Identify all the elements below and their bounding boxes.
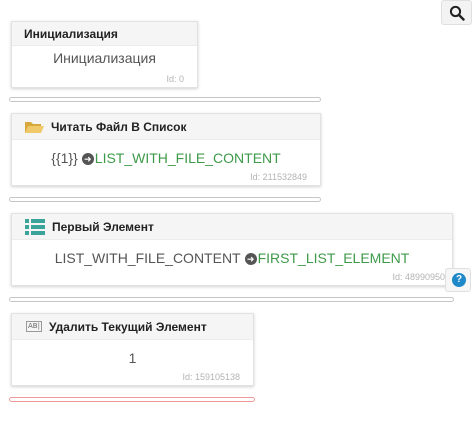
block-title: Инициализация [24, 26, 118, 41]
block-body: Инициализация [12, 50, 197, 66]
block-first-element[interactable]: Первый Элемент LIST_WITH_FILE_CONTENT ➜ FI… [11, 213, 453, 286]
arrow-right-icon: ➜ [81, 153, 94, 165]
block-input-value: {{1}} [51, 150, 78, 166]
connector-active[interactable] [9, 397, 255, 402]
block-id: Id: 211532849 [250, 172, 307, 182]
block-header: Читать Файл В Список [12, 114, 320, 140]
block-id: Id: 159105138 [182, 372, 240, 382]
block-title: Первый Элемент [52, 219, 154, 234]
help-button[interactable]: ? [445, 268, 471, 292]
search-button[interactable] [441, 0, 472, 25]
block-header: AB| Удалить Текущий Элемент [12, 314, 253, 340]
block-read-file-to-list[interactable]: Читать Файл В Список {{1}} ➜ LIST_WITH_FIL… [11, 113, 321, 186]
block-body-text: 1 [128, 350, 137, 366]
block-output-variable[interactable]: FIRST_LIST_ELEMENT [258, 250, 410, 266]
block-body: 1 [12, 350, 253, 366]
block-header: Первый Элемент [12, 214, 452, 240]
search-icon [449, 5, 465, 21]
block-header: Инициализация [12, 22, 197, 46]
arrow-right-icon: ➜ [244, 253, 257, 265]
block-input-value[interactable]: LIST_WITH_FILE_CONTENT [55, 250, 241, 266]
connector[interactable] [9, 197, 321, 202]
text-field-icon: AB| [26, 321, 42, 332]
block-delete-current-element[interactable]: AB| Удалить Текущий Элемент 1 Id: 159105… [11, 313, 254, 386]
block-id: Id: 489909507 [392, 272, 450, 282]
connector[interactable] [9, 297, 454, 302]
block-body: {{1}} ➜ LIST_WITH_FILE_CONTENT [12, 150, 320, 166]
block-initialization[interactable]: Инициализация Инициализация Id: 0 [11, 21, 198, 88]
list-icon [25, 218, 45, 235]
connector[interactable] [9, 97, 321, 102]
block-output-variable[interactable]: LIST_WITH_FILE_CONTENT [95, 150, 281, 166]
block-id: Id: 0 [166, 74, 184, 84]
block-title: Удалить Текущий Элемент [48, 319, 207, 334]
block-title: Читать Файл В Список [51, 119, 187, 134]
help-icon: ? [452, 273, 466, 287]
block-body-text: Инициализация [53, 50, 156, 66]
block-body: LIST_WITH_FILE_CONTENT ➜ FIRST_LIST_ELEMEN… [12, 250, 452, 266]
folder-icon [25, 121, 44, 133]
